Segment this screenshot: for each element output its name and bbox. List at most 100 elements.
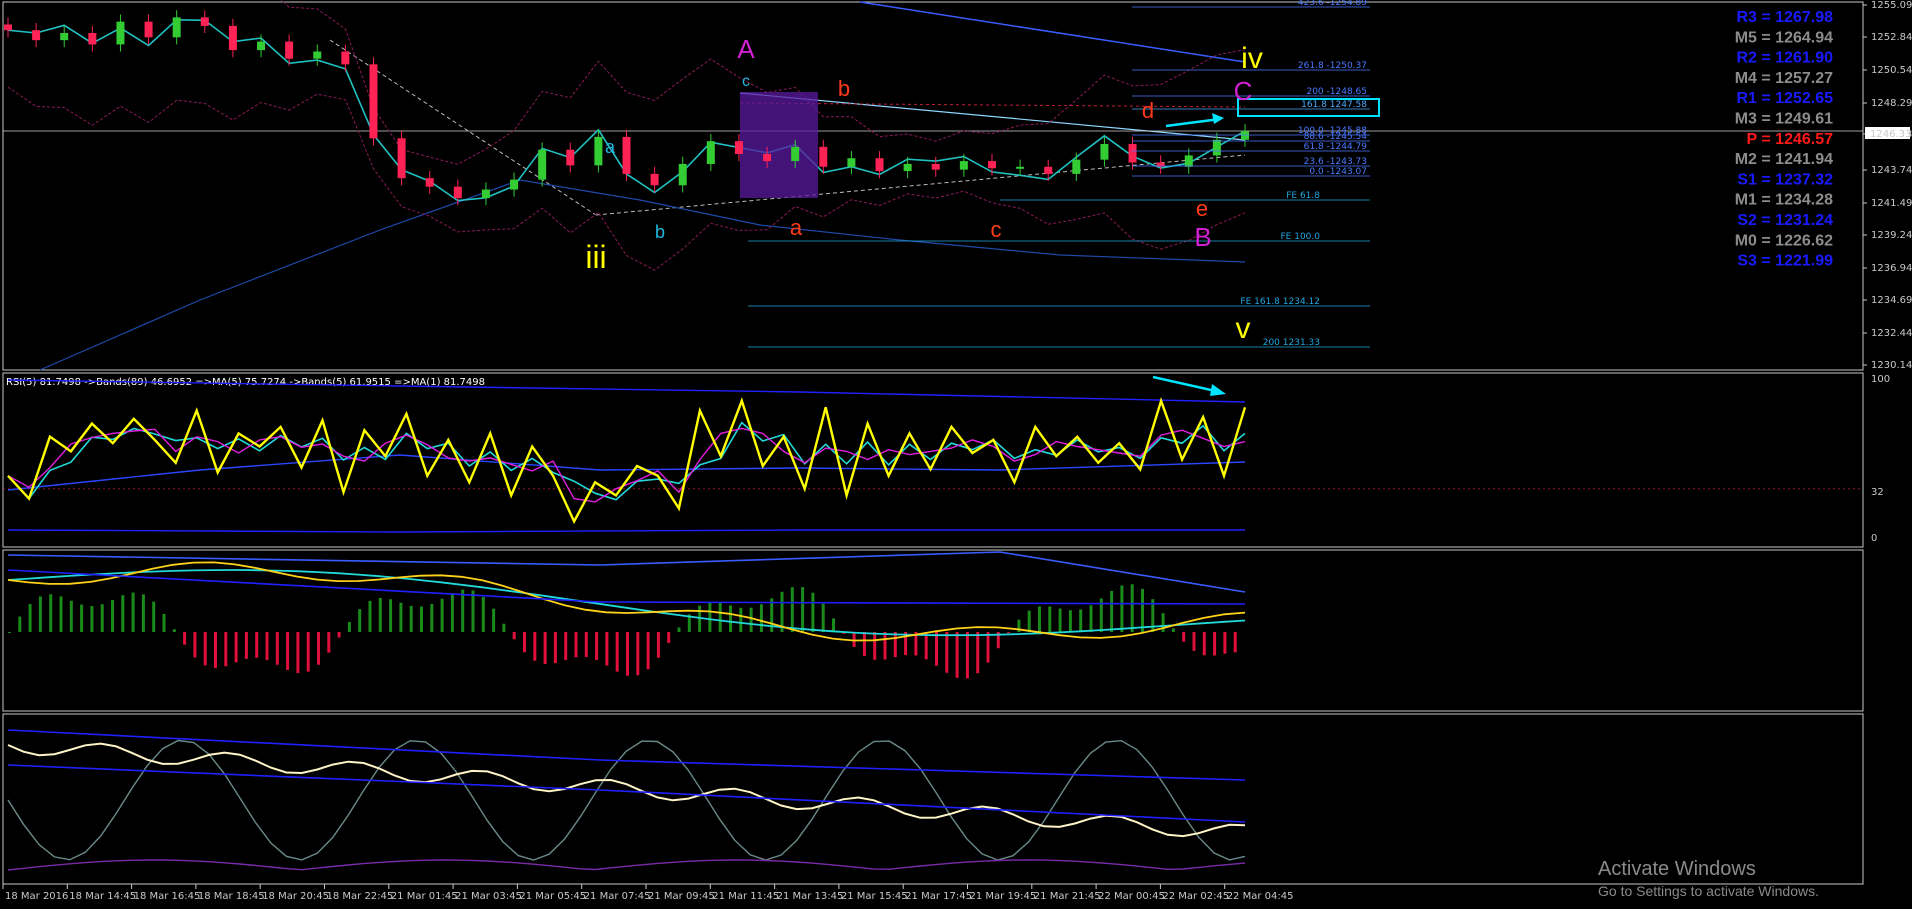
histogram-bar: [790, 587, 794, 632]
histogram-bar: [49, 594, 53, 632]
histogram-bar: [141, 594, 145, 632]
candle-body: [847, 158, 856, 167]
price-axis-label: 1250.54: [1871, 65, 1912, 76]
histogram-bar: [893, 632, 897, 658]
candle-body: [650, 173, 659, 186]
histogram-bar: [667, 632, 671, 643]
candle-body: [566, 149, 575, 166]
histogram-bar: [1171, 628, 1175, 632]
time-axis-label: 21 Mar 13:45: [777, 891, 844, 902]
wave-label: a: [790, 215, 803, 240]
histogram-bar: [471, 590, 475, 632]
candle-body: [875, 158, 884, 172]
histogram-bar: [1120, 585, 1124, 632]
candle-body: [791, 146, 800, 162]
histogram-bar: [399, 602, 403, 632]
time-axis-label: 21 Mar 05:45: [519, 891, 586, 902]
pivot-label: R2 = 1261.90: [1736, 50, 1833, 67]
candle-body: [1100, 144, 1109, 160]
histogram-bar: [832, 618, 835, 632]
time-axis-label: 21 Mar 21:45: [1034, 891, 1101, 902]
histogram-bar: [677, 627, 681, 632]
histogram-bar: [1079, 609, 1083, 632]
histogram-bar: [523, 632, 526, 653]
wave-label: iii: [585, 239, 606, 275]
histogram-bar: [214, 632, 217, 668]
fib-level-label: 88.6 -1245.54: [1304, 132, 1368, 142]
price-axis-label: 1241.49: [1871, 198, 1912, 209]
histogram-bar: [965, 632, 969, 679]
histogram-bar: [183, 632, 187, 645]
wave-label: iv: [1241, 42, 1263, 75]
histogram-bar: [615, 632, 619, 672]
histogram-bar: [461, 589, 465, 632]
histogram-bar: [595, 632, 599, 660]
price-axis-label: 1255.09: [1871, 0, 1912, 11]
histogram-bar: [492, 608, 496, 632]
histogram-bar: [1027, 610, 1031, 632]
rsi-axis-label: 32: [1871, 487, 1884, 498]
candle-body: [313, 51, 322, 59]
price-axis-label: 1239.24: [1871, 230, 1912, 241]
histogram-bar: [1048, 606, 1052, 632]
histogram-bar: [203, 632, 207, 666]
candle-body: [1016, 166, 1025, 169]
fib-level-label: 423.6 -1254.89: [1298, 0, 1367, 8]
wave-label: v: [1236, 312, 1251, 345]
time-axis-label: 21 Mar 17:45: [905, 891, 972, 902]
time-axis-label: 22 Mar 02:45: [1162, 891, 1229, 902]
histogram-bar: [1182, 632, 1186, 642]
histogram-bar: [945, 632, 949, 673]
price-axis-label: 1243.74: [1871, 165, 1912, 176]
current-price-label: 1246.33: [1870, 129, 1911, 140]
time-axis-label: 18 Mar 18:45: [198, 891, 265, 902]
fib-level-label: 61.8 -1244.79: [1304, 142, 1368, 152]
histogram-bar: [450, 593, 454, 632]
histogram-bar: [28, 604, 32, 632]
histogram-bar: [564, 632, 568, 660]
histogram-bar: [605, 632, 609, 666]
histogram-bar: [286, 632, 290, 670]
histogram-bar: [955, 632, 959, 678]
candle-body: [397, 138, 406, 179]
histogram-bar: [224, 632, 228, 667]
pivot-label: M0 = 1226.62: [1735, 232, 1833, 249]
histogram-bar: [924, 632, 928, 660]
wave-label: b: [838, 76, 850, 101]
histogram-bar: [873, 632, 877, 660]
candle-body: [622, 136, 631, 174]
histogram-bar: [553, 632, 557, 664]
histogram-bar: [389, 599, 393, 632]
histogram-bar: [821, 603, 825, 632]
pivot-label: M1 = 1234.28: [1735, 192, 1833, 209]
candle-body: [538, 149, 547, 180]
histogram-bar: [1233, 632, 1237, 653]
candle-body: [341, 51, 350, 65]
price-axis-label: 1232.44: [1871, 328, 1912, 339]
wave-label: e: [1196, 196, 1208, 221]
candle-body: [706, 141, 715, 164]
time-axis-label: 21 Mar 07:45: [584, 891, 651, 902]
wave-label: C: [1234, 76, 1253, 106]
wave-label: B: [1194, 222, 1211, 252]
histogram-bar: [1089, 605, 1093, 632]
histogram-bar: [986, 632, 990, 663]
pivot-label: R1 = 1252.65: [1736, 90, 1833, 107]
histogram-bar: [80, 604, 84, 632]
histogram-bar: [306, 632, 310, 672]
histogram-bar: [420, 606, 423, 632]
candle-body: [1128, 144, 1137, 163]
histogram-bar: [327, 632, 331, 653]
trading-chart[interactable]: RSI(5) 81.7498 ->Bands(89) 46.6952 =>MA(…: [0, 0, 1912, 909]
histogram-bar: [852, 632, 856, 647]
histogram-bar: [1130, 584, 1134, 632]
histogram-bar: [739, 607, 743, 632]
candle-body: [172, 17, 181, 38]
pivot-label: S3 = 1221.99: [1737, 253, 1833, 270]
candle-body: [425, 178, 434, 187]
pivot-label: M5 = 1264.94: [1735, 29, 1833, 46]
price-axis-label: 1234.69: [1871, 295, 1912, 306]
time-axis-label: 21 Mar 03:45: [455, 891, 522, 902]
time-axis-label: 18 Mar 16:45: [134, 891, 201, 902]
fib-level-label: 200 1231.33: [1263, 338, 1320, 348]
